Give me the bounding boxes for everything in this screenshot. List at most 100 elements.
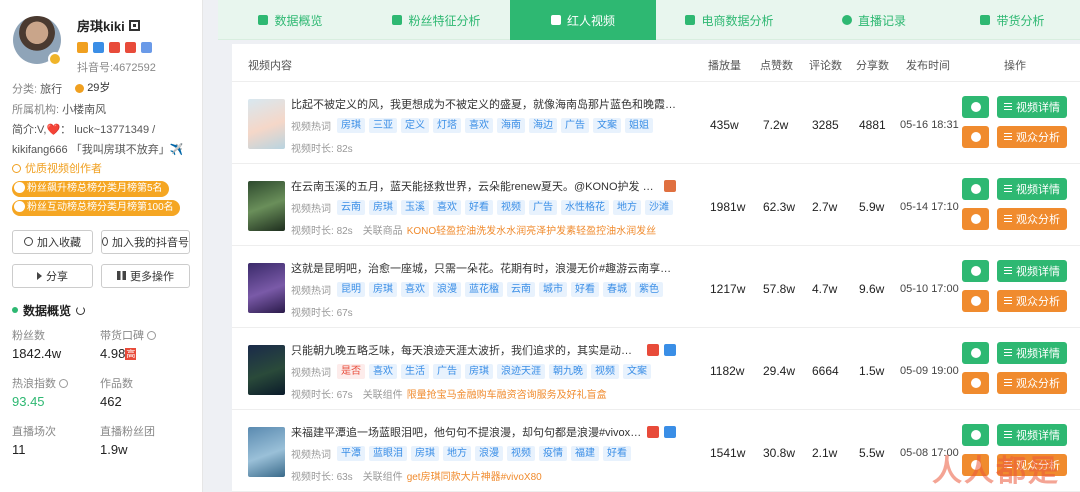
hot-word-tag[interactable]: 房琪 <box>411 446 439 461</box>
tab-overview[interactable]: 数据概览 <box>218 0 363 40</box>
refresh-icon[interactable] <box>76 305 86 315</box>
hot-word-tag[interactable]: 视频 <box>497 200 525 215</box>
tab-overview-label: 数据概览 <box>274 13 323 28</box>
hot-word-tag[interactable]: 房琪 <box>465 364 493 379</box>
hot-word-tag[interactable]: 喜欢 <box>433 200 461 215</box>
component-link[interactable]: 限量抢宝马金融购车融资咨询服务及好礼盲盒 <box>407 390 607 401</box>
shop-icon <box>685 15 696 25</box>
hot-word-tag[interactable]: 春城 <box>603 282 631 297</box>
hot-word-tag[interactable]: 文案 <box>593 118 621 133</box>
hot-word-tag[interactable]: 沙滩 <box>645 200 673 215</box>
hot-word-tag[interactable]: 云南 <box>507 282 535 297</box>
qr-code-icon[interactable] <box>128 20 140 31</box>
video-detail-button[interactable]: 视频详情 <box>997 96 1067 118</box>
video-title[interactable]: 在云南玉溪的五月，蓝天能拯救世界，云朵能renew夏天。@KONO护发 @KON… <box>291 178 676 194</box>
hot-word-tag[interactable]: 城市 <box>539 282 567 297</box>
video-detail-button[interactable]: 视频详情 <box>997 178 1067 200</box>
tab-ecommerce[interactable]: 电商数据分析 <box>656 0 803 40</box>
hot-word-tag[interactable]: 好看 <box>603 446 631 461</box>
component-link[interactable]: get房琪同款大片神器#vivoX80 <box>407 472 542 483</box>
hot-word-tag[interactable]: 视频 <box>591 364 619 379</box>
help-icon[interactable] <box>59 378 68 388</box>
hot-word-tag[interactable]: 浪漫 <box>475 446 503 461</box>
hot-word-tag[interactable]: 地方 <box>613 200 641 215</box>
hot-word-tag[interactable]: 房琪 <box>369 200 397 215</box>
hot-word-tag[interactable]: 浪漫 <box>433 282 461 297</box>
hot-word-tag[interactable]: 水性格花 <box>561 200 609 215</box>
audience-play-button[interactable] <box>962 372 989 394</box>
hot-word-tag[interactable]: 朝九晚 <box>549 364 587 379</box>
play-button[interactable] <box>962 178 989 200</box>
play-button[interactable] <box>962 96 989 118</box>
plays-value: 435w <box>710 118 739 132</box>
video-thumbnail[interactable] <box>248 181 285 231</box>
hot-word-tag[interactable]: 地方 <box>443 446 471 461</box>
video-title[interactable]: 这就是昆明吧，治愈一座城，只需一朵花。花期有时，浪漫无价#趣游云南享好礼 <box>291 260 676 276</box>
hot-word-tag[interactable]: 蓝眼泪 <box>369 446 407 461</box>
hot-word-tag[interactable]: 福建 <box>571 446 599 461</box>
hot-word-tag[interactable]: 灯塔 <box>433 118 461 133</box>
more-actions-button[interactable]: 更多操作 <box>101 263 190 288</box>
tab-fans-analysis[interactable]: 粉丝特征分析 <box>363 0 510 40</box>
audience-play-button[interactable] <box>962 290 989 312</box>
hot-word-tag[interactable]: 玉溪 <box>401 200 429 215</box>
share-button[interactable]: 分享 <box>12 263 93 288</box>
video-thumbnail[interactable] <box>248 427 285 477</box>
hot-word-tag[interactable]: 浪迹天涯 <box>497 364 545 379</box>
tab-sales-analysis[interactable]: 带货分析 <box>945 0 1080 40</box>
video-title[interactable]: 来福建平潭追一场蓝眼泪吧，他句句不提浪漫，却句句都是浪漫#vivox80 #抖i… <box>291 424 676 440</box>
hot-word-tag[interactable]: 好看 <box>571 282 599 297</box>
hot-word-tag[interactable]: 云南 <box>337 200 365 215</box>
hot-word-tag[interactable]: 喜欢 <box>401 282 429 297</box>
hot-word-tag[interactable]: 海边 <box>529 118 557 133</box>
agency-label: 所属机构: <box>12 103 60 116</box>
video-detail-button[interactable]: 视频详情 <box>997 260 1067 282</box>
audience-play-button[interactable] <box>962 126 989 148</box>
video-title[interactable]: 比起不被定义的风，我更想成为不被定义的盛夏，就像海南岛那片蓝色和晚霞……#viv… <box>291 96 676 112</box>
hot-word-tag[interactable]: 喜欢 <box>369 364 397 379</box>
hot-word-tag[interactable]: 视频 <box>507 446 535 461</box>
rank-badge-1: 粉丝飙升榜总榜分类月榜第5名 <box>12 180 169 197</box>
hot-word-tag[interactable]: 蓝花楹 <box>465 282 503 297</box>
hot-word-tag[interactable]: 平潭 <box>337 446 365 461</box>
audience-play-button[interactable] <box>962 208 989 230</box>
video-detail-button[interactable]: 视频详情 <box>997 424 1067 446</box>
hot-word-tag[interactable]: 喜欢 <box>465 118 493 133</box>
play-button[interactable] <box>962 342 989 364</box>
play-button[interactable] <box>962 260 989 282</box>
hot-word-tag[interactable]: 姐姐 <box>625 118 653 133</box>
hot-word-tag[interactable]: 三亚 <box>369 118 397 133</box>
video-title[interactable]: 只能朝九晚五略乏味，每天浪迹天涯太波折，我们追求的，其实是动态平衡的生... <box>291 342 676 358</box>
hot-word-tag[interactable]: 定义 <box>401 118 429 133</box>
video-thumbnail[interactable] <box>248 263 285 313</box>
hot-word-tag[interactable]: 广告 <box>433 364 461 379</box>
hot-word-tag[interactable]: 广告 <box>561 118 589 133</box>
favorite-button[interactable]: 加入收藏 <box>12 229 93 254</box>
audience-analysis-button[interactable]: 观众分析 <box>997 372 1067 394</box>
hot-word-tag[interactable]: 疫情 <box>539 446 567 461</box>
hot-word-tag[interactable]: 文案 <box>623 364 651 379</box>
video-detail-button[interactable]: 视频详情 <box>997 342 1067 364</box>
audience-analysis-button[interactable]: 观众分析 <box>997 290 1067 312</box>
age-info: 29岁 <box>75 78 110 98</box>
audience-analysis-button[interactable]: 观众分析 <box>997 126 1067 148</box>
hot-word-tag[interactable]: 房琪 <box>337 118 365 133</box>
hot-word-tag[interactable]: 生活 <box>401 364 429 379</box>
hot-word-tag[interactable]: 昆明 <box>337 282 365 297</box>
add-douyin-button[interactable]: 加入我的抖音号 <box>101 229 190 254</box>
hot-word-tag[interactable]: 紫色 <box>635 282 663 297</box>
audience-analysis-button[interactable]: 观众分析 <box>997 208 1067 230</box>
tab-live-records[interactable]: 直播记录 <box>803 0 945 40</box>
product-link[interactable]: KONO轻盈控油洗发水水润亮泽护发素轻盈控油水润发丝 <box>407 226 656 237</box>
hot-word-tag[interactable]: 是否 <box>337 364 365 379</box>
hot-word-tag[interactable]: 房琪 <box>369 282 397 297</box>
hot-word-tag[interactable]: 海南 <box>497 118 525 133</box>
play-button[interactable] <box>962 424 989 446</box>
list-icon <box>1004 267 1012 275</box>
tab-influencer-videos[interactable]: 红人视频 <box>510 0 656 40</box>
hot-word-tag[interactable]: 好看 <box>465 200 493 215</box>
video-thumbnail[interactable] <box>248 345 285 395</box>
video-thumbnail[interactable] <box>248 99 285 149</box>
help-icon[interactable] <box>147 330 156 340</box>
hot-word-tag[interactable]: 广告 <box>529 200 557 215</box>
